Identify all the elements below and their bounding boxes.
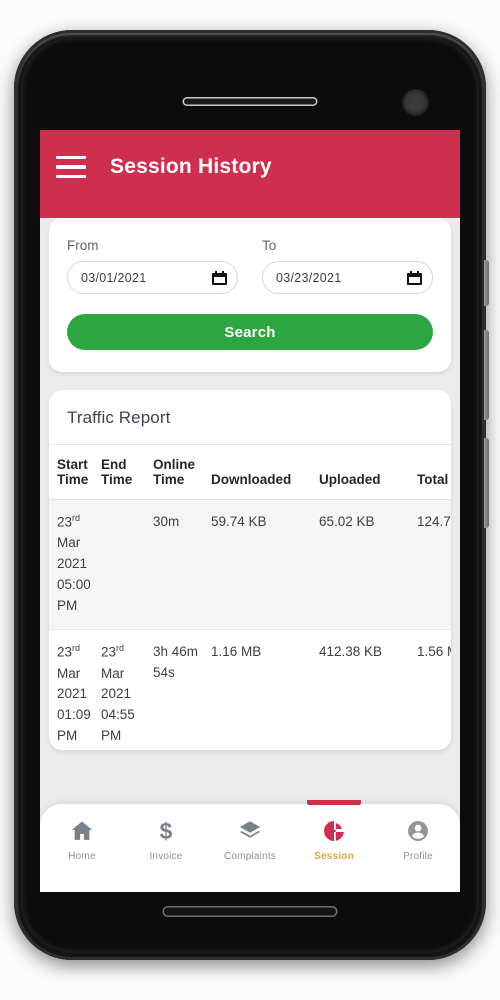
cell-end-time	[101, 499, 153, 631]
nav-item-profile[interactable]: Profile	[376, 804, 460, 892]
traffic-table: Start Time End Time Online Time Download…	[49, 445, 451, 750]
table-header-row: Start Time End Time Online Time Download…	[49, 445, 451, 500]
cell-start-time: 23rd Mar 2021 01:09 PM	[49, 629, 101, 750]
nav-item-session[interactable]: Session	[292, 800, 376, 892]
search-filter-card: From 03/01/2021 To 03/23/2021 Search	[49, 218, 451, 372]
home-icon	[71, 821, 93, 840]
hamburger-menu-icon[interactable]	[56, 156, 86, 178]
layers-icon	[239, 821, 261, 838]
power-button[interactable]	[484, 260, 489, 306]
calendar-icon[interactable]	[212, 270, 227, 285]
nav-item-home[interactable]: Home	[40, 804, 124, 892]
nav-label-profile: Profile	[403, 851, 433, 862]
active-tab-indicator	[307, 800, 361, 805]
col-total: Total	[417, 445, 451, 500]
from-label: From	[67, 238, 99, 253]
traffic-table-head: Start Time End Time Online Time Download…	[49, 445, 451, 500]
cell-total: 124.76 KB	[417, 499, 451, 631]
cell-uploaded: 412.38 KB	[319, 629, 417, 750]
page-content: From 03/01/2021 To 03/23/2021 Search Tra…	[40, 218, 460, 892]
traffic-table-scroll[interactable]: Start Time End Time Online Time Download…	[49, 445, 451, 750]
col-downloaded: Downloaded	[211, 445, 319, 500]
page-title: Session History	[110, 155, 272, 178]
traffic-report-title: Traffic Report	[49, 390, 451, 445]
app-header: Session History	[40, 130, 460, 204]
cell-online-time: 3h 46m 54s	[153, 629, 211, 750]
phone-frame: Session History From 03/01/2021 To 03/23…	[14, 30, 489, 960]
col-start-time: Start Time	[49, 445, 101, 500]
col-uploaded: Uploaded	[319, 445, 417, 500]
pie-chart-icon	[324, 821, 345, 842]
to-date-value: 03/23/2021	[276, 270, 342, 285]
from-date-value: 03/01/2021	[81, 270, 147, 285]
volume-down-button[interactable]	[484, 438, 489, 528]
calendar-icon[interactable]	[407, 270, 422, 285]
cell-online-time: 30m	[153, 499, 211, 631]
from-date-input[interactable]: 03/01/2021	[67, 261, 238, 294]
nav-label-invoice: Invoice	[149, 851, 183, 862]
nav-item-invoice[interactable]: $ Invoice	[124, 804, 208, 892]
cell-downloaded: 59.74 KB	[211, 499, 319, 631]
person-icon	[408, 821, 428, 841]
cell-uploaded: 65.02 KB	[319, 499, 417, 631]
hamburger-bar-2	[56, 165, 86, 169]
to-date-field: To 03/23/2021	[262, 238, 433, 294]
cell-start-time: 23rd Mar 2021 05:00 PM	[49, 499, 101, 631]
cell-total: 1.56 MB	[417, 629, 451, 750]
date-range-row: From 03/01/2021 To 03/23/2021	[67, 238, 433, 294]
home-button[interactable]	[162, 906, 338, 917]
svg-text:$: $	[160, 818, 173, 844]
from-date-field: From 03/01/2021	[67, 238, 238, 294]
col-end-time: End Time	[101, 445, 153, 500]
table-row[interactable]: 23rd Mar 2021 05:00 PM 30m 59.74 KB 65.02 KB…	[49, 499, 451, 631]
screenshot-stage: Session History From 03/01/2021 To 03/23…	[0, 0, 500, 1000]
to-date-input[interactable]: 03/23/2021	[262, 261, 433, 294]
hamburger-bar-3	[56, 174, 86, 178]
earpiece-speaker	[182, 97, 318, 106]
search-button[interactable]: Search	[67, 314, 433, 350]
dollar-icon: $	[160, 818, 173, 844]
front-camera	[402, 89, 429, 116]
volume-up-button[interactable]	[484, 330, 489, 420]
nav-label-session: Session	[314, 851, 354, 862]
cell-downloaded: 1.16 MB	[211, 629, 319, 750]
cell-end-time: 23rd Mar 2021 04:55 PM	[101, 629, 153, 750]
nav-label-complaints: Complaints	[223, 851, 277, 862]
bottom-navigation: Home $ Invoice Complaints Session Profil…	[40, 800, 460, 892]
nav-label-home: Home	[68, 851, 96, 862]
nav-item-complaints[interactable]: Complaints	[208, 804, 292, 892]
traffic-table-body: 23rd Mar 2021 05:00 PM 30m 59.74 KB 65.02 KB…	[49, 499, 451, 750]
hamburger-bar-1	[56, 156, 86, 160]
traffic-report-card: Traffic Report Start Time End Time Onlin…	[49, 390, 451, 750]
app-screen: Session History From 03/01/2021 To 03/23…	[40, 130, 460, 892]
col-online-time: Online Time	[153, 445, 211, 500]
to-label: To	[262, 238, 277, 253]
table-row[interactable]: 23rd Mar 2021 01:09 PM 23rd Mar 2021 04:55 PM 3h…	[49, 629, 451, 750]
